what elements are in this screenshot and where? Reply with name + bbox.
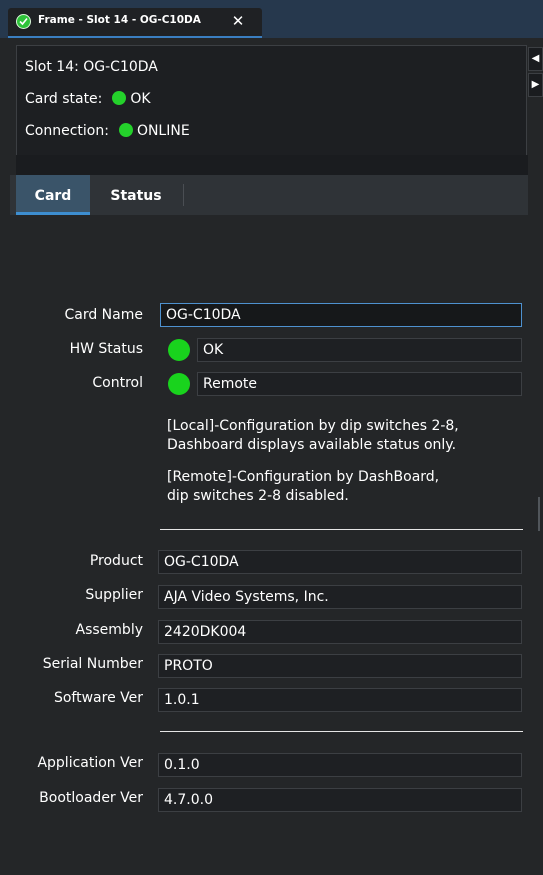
check-icon: [16, 14, 31, 29]
note-local: [Local]-Configuration by dip switches 2-…: [167, 417, 537, 455]
hw-status-indicator: [168, 339, 190, 361]
product-label: Product: [89, 553, 143, 569]
note-remote-line2: dip switches 2-8 disabled.: [167, 488, 349, 504]
version-divider: [160, 731, 523, 732]
application-ver-label: Application Ver: [37, 755, 143, 771]
connection-indicator: [118, 123, 133, 137]
supplier-field: AJA Video Systems, Inc.: [158, 585, 522, 609]
serial-number-label: Serial Number: [42, 656, 143, 672]
card-state-value: OK: [130, 91, 151, 107]
assembly-label: Assembly: [75, 622, 143, 638]
collapse-left-arrow-icon[interactable]: ◀: [528, 47, 543, 71]
control-label: Control: [92, 375, 143, 391]
card-name-field[interactable]: OG-C10DA: [160, 303, 522, 327]
software-ver-field: 1.0.1: [158, 688, 522, 712]
connection-label: Connection:: [25, 123, 109, 139]
supplier-label: Supplier: [85, 587, 143, 603]
tab-separator: [183, 184, 184, 206]
control-field: Remote: [197, 372, 522, 396]
hw-status-label: HW Status: [69, 341, 143, 357]
bootloader-ver-field: 4.7.0.0: [158, 788, 522, 812]
software-ver-label: Software Ver: [53, 690, 143, 706]
tab-card[interactable]: Card: [16, 175, 90, 215]
note-local-line2: Dashboard displays available status only…: [167, 437, 457, 453]
expand-right-arrow-icon[interactable]: ▶: [528, 73, 543, 97]
application-ver-field: 0.1.0: [158, 753, 522, 777]
note-remote-line1: [Remote]-Configuration by DashBoard,: [167, 469, 440, 485]
dashboard-window: Frame - Slot 14 - OG-C10DA ✕ Slot 14: OG…: [0, 0, 543, 875]
card-tabs: Card Status: [10, 175, 528, 215]
note-local-line1: [Local]-Configuration by dip switches 2-…: [167, 418, 459, 434]
control-indicator: [168, 373, 190, 395]
card-state-row: Card state: OK: [25, 91, 151, 107]
product-field: OG-C10DA: [158, 550, 522, 574]
frame-tab[interactable]: Frame - Slot 14 - OG-C10DA ✕: [8, 8, 262, 38]
assembly-field: 2420DK004: [158, 620, 522, 644]
card-name-label: Card Name: [64, 307, 143, 323]
hw-status-field: OK: [197, 338, 522, 362]
card-state-indicator: [112, 91, 127, 105]
window-tab-bar: Frame - Slot 14 - OG-C10DA ✕: [0, 0, 543, 38]
panel-divider-strip: [16, 155, 528, 175]
slot-title: Slot 14: OG-C10DA: [25, 59, 158, 75]
frame-tab-title: Frame - Slot 14 - OG-C10DA: [38, 14, 201, 26]
bootloader-ver-label: Bootloader Ver: [39, 790, 143, 806]
serial-number-field: PROTO: [158, 654, 522, 678]
note-remote: [Remote]-Configuration by DashBoard, dip…: [167, 468, 537, 506]
connection-row: Connection: ONLINE: [25, 123, 190, 139]
connection-value: ONLINE: [136, 123, 190, 139]
close-icon[interactable]: ✕: [230, 13, 246, 29]
card-state-label: Card state:: [25, 91, 103, 107]
scrollbar-thumb[interactable]: [538, 497, 540, 531]
section-divider: [160, 529, 523, 530]
tab-status[interactable]: Status: [96, 175, 176, 215]
